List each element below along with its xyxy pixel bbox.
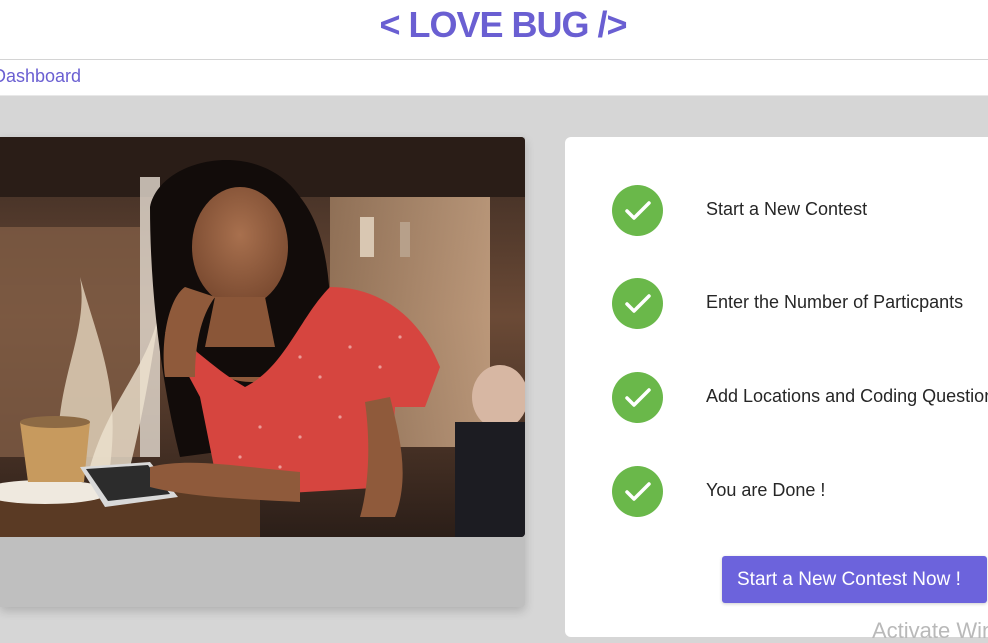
activate-windows-watermark: Activate Windows (872, 618, 988, 643)
steps-card: Start a New Contest Enter the Number of … (565, 137, 988, 637)
start-new-contest-button[interactable]: Start a New Contest Now ! (722, 556, 987, 603)
step-done: You are Done ! (565, 462, 988, 522)
step-label: Start a New Contest (706, 199, 868, 219)
brand-logo[interactable]: < LOVE BUG /> (0, 0, 988, 50)
step-label: Add Locations and Coding Questions (706, 386, 988, 406)
step-add-locations: Add Locations and Coding Questions (565, 368, 988, 428)
check-icon (612, 278, 663, 329)
step-label: You are Done ! (706, 480, 826, 500)
header-divider (0, 59, 988, 60)
check-icon (612, 466, 663, 517)
step-start-contest: Start a New Contest (565, 181, 988, 241)
breadcrumb-dashboard-link[interactable]: Dashboard (0, 66, 81, 87)
step-enter-participants: Enter the Number of Particpants (565, 274, 988, 334)
main-content: Start a New Contest Enter the Number of … (0, 96, 988, 643)
hero-card (0, 137, 525, 607)
check-icon (612, 185, 663, 236)
page: < LOVE BUG /> Dashboard Start a New Cont… (0, 0, 988, 643)
step-label: Enter the Number of Particpants (706, 292, 964, 312)
check-icon (612, 372, 663, 423)
hero-image (0, 137, 525, 537)
